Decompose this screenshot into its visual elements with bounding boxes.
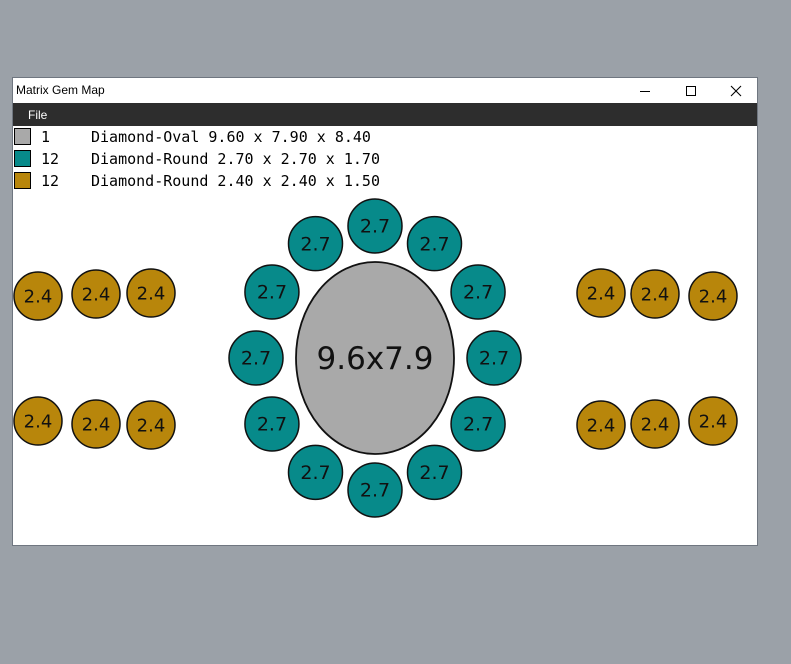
halo-stone-label: 2.7 <box>463 282 493 304</box>
halo-stone[interactable]: 2.7 <box>450 396 506 452</box>
center-oval-gem[interactable]: 9.6x7.9 <box>295 261 455 455</box>
halo-stone[interactable]: 2.7 <box>347 462 403 518</box>
halo-stone-label: 2.7 <box>257 282 287 304</box>
side-stone[interactable]: 2.4 <box>13 271 63 321</box>
side-stone[interactable]: 2.4 <box>688 396 738 446</box>
halo-stone[interactable]: 2.7 <box>228 330 284 386</box>
side-stone-label: 2.4 <box>641 284 670 305</box>
halo-stone-label: 2.7 <box>300 462 330 484</box>
halo-stone-label: 2.7 <box>419 233 449 255</box>
center-oval-label: 9.6x7.9 <box>317 341 434 377</box>
halo-stone[interactable]: 2.7 <box>244 396 300 452</box>
side-stone[interactable]: 2.4 <box>126 400 176 450</box>
side-stone-label: 2.4 <box>82 414 111 435</box>
halo-stone-label: 2.7 <box>241 348 271 370</box>
halo-stone-label: 2.7 <box>360 480 390 502</box>
side-stone-label: 2.4 <box>24 411 53 432</box>
side-stone-label: 2.4 <box>137 283 166 304</box>
halo-stone[interactable]: 2.7 <box>406 444 463 501</box>
halo-stone-label: 2.7 <box>419 462 449 484</box>
halo-stone[interactable]: 2.7 <box>287 444 344 501</box>
side-stone-label: 2.4 <box>82 284 111 305</box>
side-stone[interactable]: 2.4 <box>71 399 121 449</box>
side-stone-label: 2.4 <box>587 415 616 436</box>
halo-stone[interactable]: 2.7 <box>347 198 403 254</box>
halo-stone[interactable]: 2.7 <box>287 215 344 272</box>
side-stone-label: 2.4 <box>641 414 670 435</box>
side-stone[interactable]: 2.4 <box>576 400 626 450</box>
halo-stone[interactable]: 2.7 <box>450 264 506 320</box>
halo-stone-label: 2.7 <box>257 414 287 436</box>
halo-stone[interactable]: 2.7 <box>466 330 522 386</box>
side-stone[interactable]: 2.4 <box>13 396 63 446</box>
gem-map-canvas[interactable]: 9.6x7.9 2.7 2.7 2.7 2.7 2.7 2.7 2.7 2.7 2.7 2.7 2.7… <box>13 78 757 545</box>
side-stone[interactable]: 2.4 <box>630 399 680 449</box>
halo-stone-label: 2.7 <box>463 414 493 436</box>
halo-stone-label: 2.7 <box>360 216 390 238</box>
side-stone[interactable]: 2.4 <box>576 268 626 318</box>
halo-stone-label: 2.7 <box>300 233 330 255</box>
side-stone-label: 2.4 <box>699 411 728 432</box>
side-stone-label: 2.4 <box>699 286 728 307</box>
app-window: Matrix Gem Map File 1 Diamond-Oval 9.60 … <box>12 77 758 546</box>
side-stone-label: 2.4 <box>24 286 53 307</box>
side-stone[interactable]: 2.4 <box>630 269 680 319</box>
side-stone-label: 2.4 <box>137 415 166 436</box>
side-stone[interactable]: 2.4 <box>71 269 121 319</box>
halo-stone[interactable]: 2.7 <box>244 264 300 320</box>
side-stone-label: 2.4 <box>587 283 616 304</box>
side-stone[interactable]: 2.4 <box>126 268 176 318</box>
halo-stone-label: 2.7 <box>479 348 509 370</box>
halo-stone[interactable]: 2.7 <box>406 215 463 272</box>
side-stone[interactable]: 2.4 <box>688 271 738 321</box>
